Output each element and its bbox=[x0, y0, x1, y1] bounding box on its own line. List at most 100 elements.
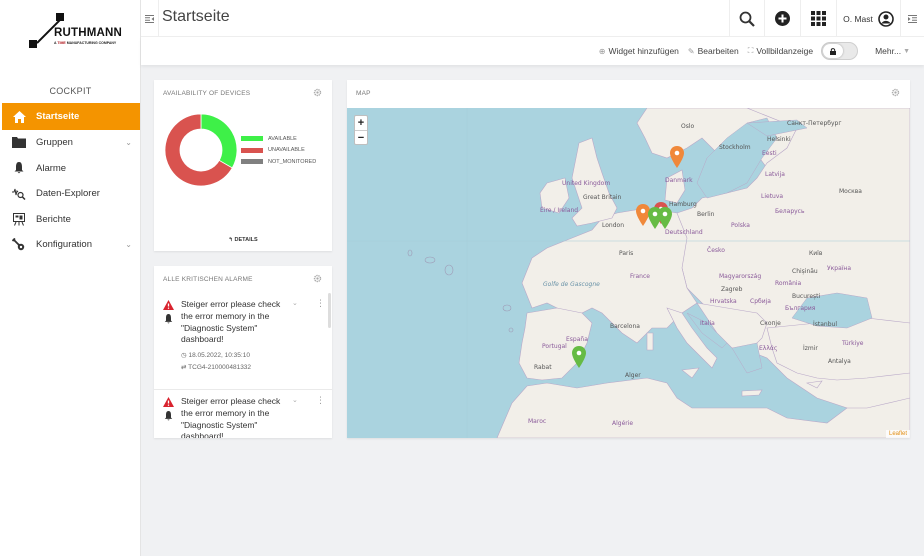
map-label: Zagreb bbox=[721, 286, 743, 293]
map-label: Danmark bbox=[665, 177, 693, 184]
right-drawer-icon bbox=[908, 14, 917, 23]
zoom-out-button[interactable]: − bbox=[355, 130, 367, 144]
map-label: Србија bbox=[750, 298, 771, 305]
app-switcher-button[interactable] bbox=[800, 0, 836, 37]
sidebar-item-daten-explorer[interactable]: Daten-Explorer bbox=[2, 181, 140, 207]
map-marker-pin-icon[interactable] bbox=[572, 346, 586, 368]
gear-icon[interactable] bbox=[313, 88, 322, 97]
map-label: Oslo bbox=[681, 123, 695, 130]
expand-chevron-icon[interactable]: ⌄ bbox=[292, 299, 298, 307]
map-label: Stockholm bbox=[719, 144, 751, 151]
chevron-down-icon[interactable]: ⌄ bbox=[125, 240, 132, 249]
right-drawer-button[interactable] bbox=[900, 0, 924, 37]
critical-alarms-widget: ALLE KRITISCHEN ALARME Steiger error ple… bbox=[154, 266, 332, 438]
legend-swatch bbox=[241, 147, 263, 153]
expand-chevron-icon[interactable]: ⌄ bbox=[292, 396, 298, 404]
legend-label: NOT_MONITORED bbox=[268, 158, 317, 165]
top-bar: Startseite O. Mast bbox=[141, 0, 924, 37]
island bbox=[424, 256, 436, 264]
sidebar-item-startseite[interactable]: Startseite bbox=[2, 103, 140, 130]
scrollbar[interactable] bbox=[328, 293, 331, 328]
arrow-icon: ↰ bbox=[228, 237, 233, 243]
search-button[interactable] bbox=[729, 0, 764, 37]
edit-label: Bearbeiten bbox=[697, 46, 739, 56]
alarm-text: Steiger error please check the error mem… bbox=[181, 299, 281, 345]
details-link[interactable]: ↰ DETAILS bbox=[154, 237, 332, 243]
page-title: Startseite bbox=[162, 8, 230, 25]
map-marker-pin-icon[interactable] bbox=[670, 146, 684, 168]
legend-item[interactable]: NOT_MONITORED bbox=[241, 156, 316, 168]
alarm-device[interactable]: ⇄ TCG4-210000481332 bbox=[181, 363, 251, 371]
map-label: București bbox=[792, 293, 821, 300]
more-options-icon[interactable]: ⋮ bbox=[316, 395, 325, 406]
menu-collapse-icon bbox=[145, 14, 154, 23]
sidebar: RUTHMANN A TIME MANUFACTURING COMPANY CO… bbox=[0, 0, 141, 556]
map-label: Italia bbox=[700, 320, 715, 327]
sidebar-item-alarme[interactable]: Alarme bbox=[2, 156, 140, 182]
toggle-knob bbox=[823, 44, 844, 58]
map-label: Helsinki bbox=[767, 136, 791, 143]
sidebar-item-label: Alarme bbox=[36, 162, 67, 174]
tagline-suffix: MANUFACTURING COMPANY bbox=[66, 41, 117, 45]
map-marker-pin-icon[interactable] bbox=[648, 207, 662, 229]
sidebar-item-gruppen[interactable]: Gruppen ⌄ bbox=[2, 130, 140, 156]
more-dropdown[interactable]: Mehr... ▼ bbox=[875, 46, 910, 56]
sidebar-item-label: Konfiguration bbox=[36, 239, 92, 251]
availability-donut-chart bbox=[164, 113, 238, 187]
warning-icon bbox=[163, 397, 174, 407]
add-widget-label: Widget hinzufügen bbox=[608, 46, 679, 56]
widget-title: MAP bbox=[356, 90, 371, 97]
lock-dashboard-toggle[interactable] bbox=[821, 42, 859, 60]
sidebar-item-konfiguration[interactable]: Konfiguration ⌄ bbox=[2, 232, 140, 258]
map-label: Barcelona bbox=[610, 323, 640, 330]
map-label: Rabat bbox=[534, 364, 552, 371]
user-menu-button[interactable]: O. Mast bbox=[836, 0, 900, 37]
chevron-down-icon[interactable]: ⌄ bbox=[125, 138, 132, 147]
ruthmann-logo[interactable]: RUTHMANN A TIME MANUFACTURING COMPANY bbox=[28, 12, 132, 52]
widget-title: ALLE KRITISCHEN ALARME bbox=[163, 276, 253, 283]
brand-tagline: A TIME MANUFACTURING COMPANY bbox=[54, 41, 116, 45]
folder-icon bbox=[12, 136, 26, 150]
legend-item[interactable]: AVAILABLE bbox=[241, 133, 316, 145]
map-widget: MAP Oslo Stockholm Helsinki Санкт-Петерб… bbox=[347, 80, 910, 438]
map-label: Éire / Ireland bbox=[540, 207, 579, 214]
zoom-in-button[interactable]: + bbox=[355, 116, 367, 130]
sidebar-nav: Startseite Gruppen ⌄ Alarme Daten-Explor… bbox=[2, 103, 140, 258]
user-name: O. Mast bbox=[843, 13, 873, 24]
add-button[interactable] bbox=[764, 0, 800, 37]
gear-icon[interactable] bbox=[891, 88, 900, 97]
map-zoom-control: + − bbox=[354, 115, 368, 145]
map-label: Türkiye bbox=[842, 340, 864, 347]
land-denmark bbox=[664, 169, 686, 204]
map-label: Москва bbox=[839, 188, 862, 195]
water-aegean bbox=[731, 342, 763, 374]
add-widget-button[interactable]: ⊕ Widget hinzufügen bbox=[599, 46, 679, 56]
widget-title: AVAILABILITY OF DEVICES bbox=[163, 90, 251, 97]
edit-button[interactable]: ✎ Bearbeiten bbox=[688, 46, 739, 56]
sidebar-item-berichte[interactable]: Berichte bbox=[2, 207, 140, 233]
sidebar-toggle-button[interactable] bbox=[141, 0, 159, 37]
map-attribution-link[interactable]: Leaflet bbox=[885, 430, 910, 438]
chart-legend: AVAILABLE UNAVAILABLE NOT_MONITORED bbox=[241, 133, 316, 168]
island bbox=[407, 249, 413, 257]
map-label: Hrvatska bbox=[710, 298, 737, 305]
caret-down-icon: ▼ bbox=[903, 47, 910, 55]
map-tiles bbox=[347, 108, 910, 438]
map-canvas[interactable]: Oslo Stockholm Helsinki Санкт-Петербург Eest… bbox=[347, 108, 910, 438]
warning-icon bbox=[163, 300, 174, 310]
map-label: Golfe de Gascogne bbox=[543, 281, 600, 288]
map-label: Latvija bbox=[765, 171, 785, 178]
legend-item[interactable]: UNAVAILABLE bbox=[241, 145, 316, 157]
donut-slice-available[interactable] bbox=[200, 113, 238, 169]
map-label: Antalya bbox=[828, 358, 851, 365]
device-value: TCG4-210000481332 bbox=[188, 364, 252, 371]
more-options-icon[interactable]: ⋮ bbox=[316, 298, 325, 309]
legend-label: UNAVAILABLE bbox=[268, 147, 305, 154]
gear-icon[interactable] bbox=[313, 274, 322, 283]
fullscreen-button[interactable]: ⛶ Vollbildanzeige bbox=[748, 46, 813, 56]
bell-icon bbox=[164, 314, 173, 324]
map-label: Magyarország bbox=[719, 273, 762, 280]
brand-name: RUTHMANN bbox=[54, 27, 123, 39]
land-sicily bbox=[681, 367, 700, 379]
island bbox=[508, 327, 514, 333]
